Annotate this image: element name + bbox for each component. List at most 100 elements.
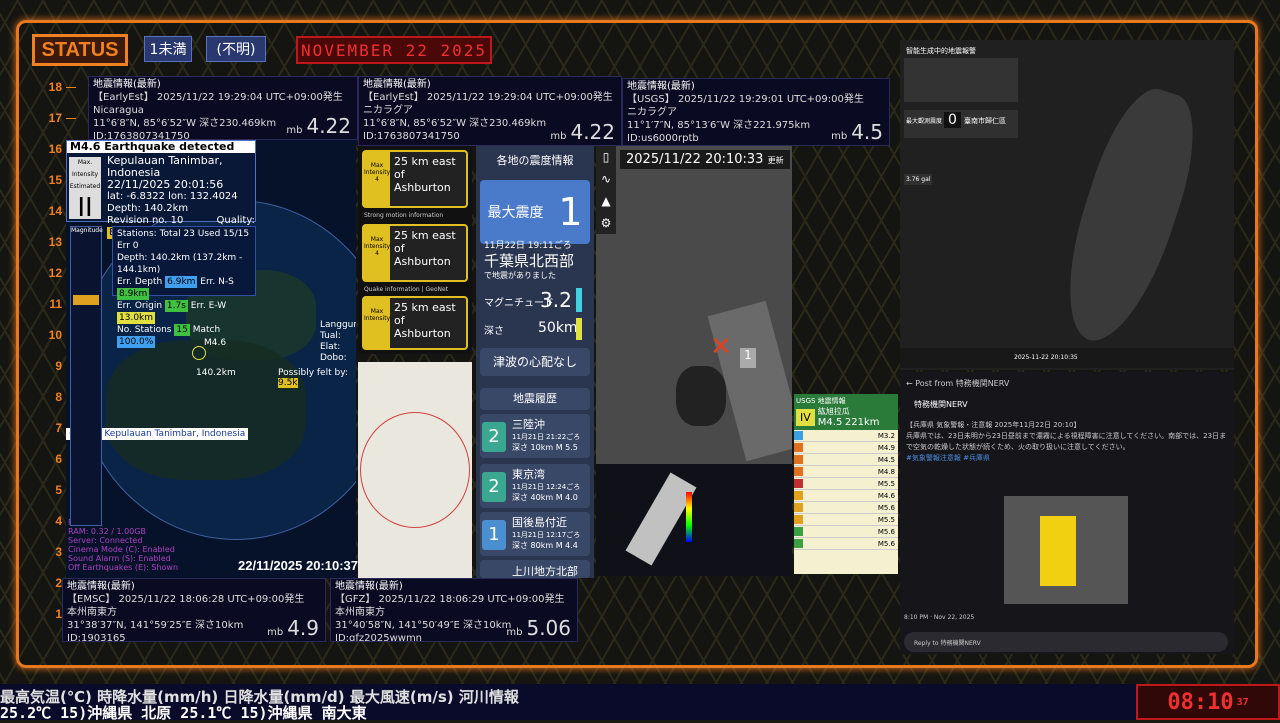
map-toolbar: ▯ ∿ ▲ ⚙ [596,146,616,234]
reply-input[interactable]: Reply to 特務機関NERV [904,632,1228,652]
card-line: Ashburton [394,327,451,340]
usgs-row-mag: M4.9 [877,443,895,452]
tw-blank [904,58,1018,102]
ruler-tick-label: 10 [48,328,62,342]
usgs-row[interactable]: M5.6 [794,502,898,514]
intensity-chip-icon [794,527,803,536]
panel-header: 地震情報(最新) [93,79,161,90]
history-place: 上川地方北部 [512,565,578,578]
usgs-row[interactable]: M4.9 [794,442,898,454]
side-labels: Langgur: Tual: Elat: Dobo: [320,320,356,364]
history-item[interactable]: 2 三陸沖 11月21日 21:22ごろ 深さ 10km M 5.5 [480,414,590,458]
nerv-post: ← Post from 特務機関NERV 特務機関NERV 【兵庫県 気象警報・… [900,372,1234,654]
location-map[interactable] [358,362,472,578]
landmass [106,340,306,480]
clock-seconds: 37 [1236,696,1249,708]
err-value: 1.7s [164,300,188,312]
post-line: 兵庫県では、23日未明から23日昼前まで濃霧による視程障害に注意してください。南… [906,432,1227,451]
intensity-chip-icon [794,503,803,512]
intensity-chip-icon [794,467,803,476]
usgs-row-mag: M4.8 [877,467,895,476]
ruler-tick-label: 14 [48,204,62,218]
account-name[interactable]: 特務機関NERV [900,395,1234,414]
history-place: 国後島付近 [512,516,567,529]
gear-icon[interactable]: ⚙ [596,212,616,234]
wave-icon[interactable]: ∿ [596,168,616,190]
history-header: 地震履歴 [480,388,590,410]
usgs-row-mag: M5.6 [877,539,895,548]
history-item[interactable]: 上川地方北部 [480,560,590,578]
alert-latlon: lat: -6.8322 lon: 132.4024 [107,191,238,202]
usgs-row-mag: M3.2 [877,431,895,440]
panel-line: ニカラグア [363,105,413,116]
jp-note: で地震がありました [484,271,556,280]
ruler-tick-label: 12 [48,266,62,280]
magnitude: mb 5.06 [506,618,571,639]
panel-header: 地震情報(最新) [627,81,695,92]
usgs-row[interactable]: M5.6 [794,526,898,538]
panel-header: 地震情報(最新) [335,581,403,592]
usgs-row-mag: M4.6 [877,491,895,500]
diagnostics: FPS: 48 RAM: 0.32 / 1.00GB Server: Conne… [68,518,178,572]
tw-max-card: 最大觀測震度 0 臺南市歸仁區 [904,110,1018,138]
history-item[interactable]: 2 東京湾 11月21日 12:24ごろ 深さ 40km M 4.0 [480,464,590,508]
epicenter-marker[interactable] [192,346,206,360]
quake-card[interactable]: Max Intensity 4 25 km east of Ashburton [362,150,468,208]
status-pill-unknown: (不明) [206,36,266,62]
history-item[interactable]: 1 国後島付近 11月21日 12:17ごろ 深さ 80km M 4.4 [480,512,590,556]
usgs-row[interactable]: M4.8 [794,466,898,478]
intensity-chip-icon [794,431,803,440]
err-value: 8.9km [117,288,150,300]
history-mag: M 5.5 [555,443,578,452]
intensity-value: II [77,193,93,223]
radius-circle [360,412,470,528]
eq-info-panel: 地震情報(最新) 【EarlyEst】 2025/11/22 19:29:04 … [358,76,622,146]
usgs-panel: USGS 地震情報 IV 紘旭拉瓜 M4.5 221km M3.2 M4.9 M4.5 M… [794,394,898,574]
hashtags[interactable]: #気象警報注意報 #兵庫県 [900,453,1234,463]
intensity-box: Max. Intensity EstimatedIIMMI [69,157,101,232]
epicenter-x-icon: ✕ [710,332,732,362]
usgs-row[interactable]: M4.6 [794,490,898,502]
globe-clock: 22/11/2025 20:10:37 [238,558,358,573]
warning-icon[interactable]: ▲ [596,190,616,212]
diag-line: Sound Alarm (S): Enabled [68,554,171,563]
history-place: 東京湾 [512,468,545,481]
mag-value: 4.5 [851,120,883,144]
intensity-chip-icon [794,515,803,524]
usgs-depth: 221km [844,417,880,428]
kanto-map[interactable]: ✕ 1 [596,146,792,464]
err-value: 6.9km [165,276,198,288]
post-line: 【兵庫県 気象警報・注意報 2025年11月22日 20:10】 [906,421,1081,429]
quake-card[interactable]: Max Intensity 4 25 km east of Ashburton [362,224,468,282]
intensity-chip-icon [794,539,803,548]
japan-network-map[interactable] [596,464,792,576]
jp-mag: 3.2 [540,288,572,312]
info-icon[interactable]: ▯ [596,146,616,168]
usgs-row[interactable]: M3.2 [794,430,898,442]
digital-clock: 08:10 37 [1136,684,1280,720]
post-footer: 8:10 PM · Nov 22, 2025 [904,614,975,621]
usgs-top: USGS 地震情報 IV 紘旭拉瓜 M4.5 221km [794,394,898,430]
history-date: 11月21日 21:22ごろ [512,433,581,441]
back-link[interactable]: ← Post from 特務機関NERV [900,372,1234,395]
card-line: Ashburton [394,255,451,268]
tw-max-val: 0 [944,112,961,128]
ruler-tick-label: 1 [55,607,62,621]
alert-place: Kepulauan Tanimbar, Indonesia [107,154,223,179]
tw-title: 智能生成中的地震報警 [906,47,976,55]
err-label: Err. N-S [200,277,234,287]
tw-max-label: 最大觀測震度 [906,118,943,125]
err-value: 13.0km [117,312,156,324]
usgs-row[interactable]: M4.5 [794,454,898,466]
warning-map-image[interactable] [1004,496,1128,604]
usgs-row[interactable]: M5.5 [794,514,898,526]
ruler-tick-label: 5 [55,483,62,497]
usgs-row[interactable]: M5.6 [794,538,898,550]
quake-card[interactable]: Max Intensity 25 km east of Ashburton [362,296,468,350]
usgs-row[interactable]: M5.5 [794,478,898,490]
jp-title: 各地の震度情報 [496,154,574,167]
card-header: Quake information | GeoNet [364,286,449,293]
stats-row: Err. Origin 1.7s Err. E-W 13.0km [117,300,251,324]
tw-time: 2025-11-22 20:10:35 [900,348,1234,368]
depth-bar [576,318,582,340]
